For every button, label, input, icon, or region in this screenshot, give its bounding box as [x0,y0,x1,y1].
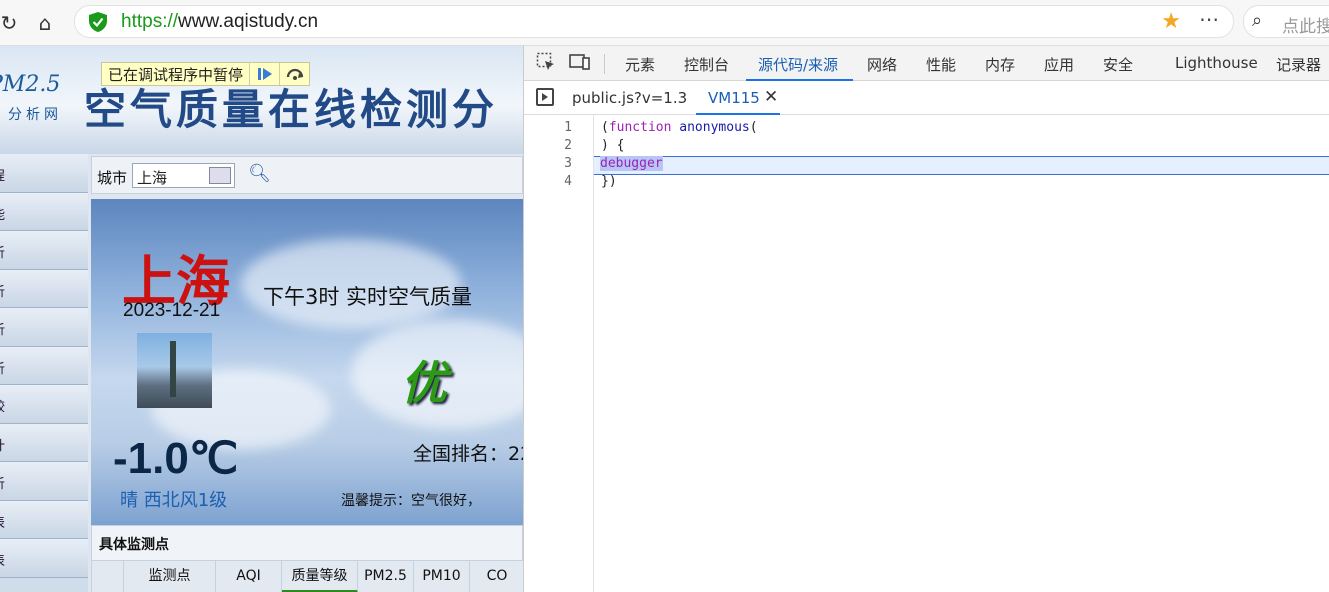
secure-shield-icon [89,12,107,32]
paused-line-highlight [594,156,1329,175]
weather-date: 2023-12-21 [123,300,221,321]
resume-icon [257,68,272,80]
code-text: (function anonymous( [601,120,758,135]
weather-card: 上海 2023-12-21 下午3时 实时空气质量 优 -1.0℃ 晴 西北风1… [91,199,523,525]
column-header[interactable]: PM2.5 [358,561,414,592]
sidenav-item[interactable]: 析 [0,269,88,308]
browser-toolbar: ↻ ⌂ https://www.aqistudy.cn ★ ⋯ ⌕ 点此搜 [0,0,1329,46]
tab-security[interactable]: 安全 [1103,54,1133,75]
stations-title: 具体监测点 [99,537,169,553]
website-panel: PM2.5 分析网 空气质量在线检测分 已在调试程序中暂停 程能析析析析较计析表… [0,46,523,592]
column-header[interactable]: PM10 [414,561,470,592]
code-text: }) [601,174,617,189]
navigator-toggle-icon[interactable] [536,88,554,106]
tab-memory[interactable]: 内存 [985,54,1015,75]
favorite-star-icon[interactable]: ★ [1161,9,1181,34]
devtools-panel: 元素 控制台 源代码/来源 网络 性能 内存 应用 安全 Lighthouse … [523,46,1329,592]
city-selector-row: 城市 上海 🔍︎ [91,156,523,194]
file-tab-public-js[interactable]: public.js?v=1.3 [572,89,687,107]
logo-subtitle: 分析网 [8,107,62,123]
address-bar[interactable]: https://www.aqistudy.cn ★ ⋯ [74,5,1234,38]
sidenav-item[interactable]: 析 [0,308,88,347]
sidenav-item[interactable]: 程 [0,154,88,193]
line-number[interactable]: 2 [524,138,572,153]
resume-button[interactable] [249,63,279,85]
tab-network[interactable]: 网络 [867,54,897,75]
sidenav-item[interactable]: 较 [0,385,88,424]
tab-console[interactable]: 控制台 [684,54,729,75]
sidenav-item[interactable]: 表 [0,539,88,578]
file-tabbar: public.js?v=1.3 VM115 ✕ [524,81,1329,115]
more-icon[interactable]: ⋯ [1199,7,1219,31]
url-text[interactable]: https://www.aqistudy.cn [121,11,318,33]
reload-icon[interactable]: ↻ [0,10,22,36]
device-toolbar-icon[interactable] [568,52,592,76]
weather-headline: 下午3时 实时空气质量 [263,285,473,309]
step-over-icon [286,68,303,80]
sidenav-item[interactable]: 析 [0,462,88,501]
sidenav-item[interactable]: 能 [0,192,88,231]
air-quality-level: 优 [401,356,447,410]
temperature: -1.0℃ [113,434,239,483]
stations-table-header: 监测点 AQI 质量等级 PM2.5 PM10 CO [92,560,523,592]
debugger-statement: debugger [600,156,663,171]
step-over-button[interactable] [279,63,309,85]
tab-elements[interactable]: 元素 [625,54,655,75]
code-text: ) { [601,138,625,153]
inspect-element-icon[interactable] [534,52,558,76]
column-header [92,561,124,592]
column-header[interactable]: AQI [216,561,282,592]
sidenav-item[interactable]: 析 [0,231,88,270]
url-scheme: https:// [121,11,179,32]
tab-application[interactable]: 应用 [1044,54,1074,75]
column-header[interactable]: 监测点 [124,561,216,592]
code-line-2: ) { [601,138,624,153]
paused-text: 已在调试程序中暂停 [108,65,244,84]
search-icon: ⌕ [1252,10,1263,31]
line-number[interactable]: 3 [524,156,572,171]
logo-pm: PM2.5 [0,72,61,97]
national-rank: 全国排名：22 [413,443,523,465]
city-select-value: 上海 [137,169,168,187]
code-line-4: }) [601,174,617,189]
search-icon[interactable]: 🔍︎ [248,163,271,184]
search-placeholder: 点此搜 [1282,17,1329,37]
url-host: www.aqistudy.cn [178,11,319,32]
calendar-icon[interactable] [209,167,231,184]
sidenav-item[interactable]: 表 [0,500,88,539]
tab-recorder[interactable]: 记录器 [1276,54,1321,75]
column-header[interactable]: 质量等级 [282,561,358,592]
tab-sources[interactable]: 源代码/来源 [758,54,838,75]
site-banner: PM2.5 分析网 空气质量在线检测分 已在调试程序中暂停 [0,46,523,154]
sidenav-item[interactable]: 计 [0,423,88,462]
code-line-3: debugger [600,156,663,171]
code-line-1: (function anonymous( [601,120,758,135]
tab-lighthouse[interactable]: Lighthouse [1175,54,1258,72]
home-icon[interactable]: ⌂ [32,10,58,36]
file-tab-vm115[interactable]: VM115 [708,89,760,107]
weather-wind: 晴 西北风1级 [120,490,228,511]
city-photo [137,333,212,408]
line-number[interactable]: 1 [524,120,572,135]
close-tab-icon[interactable]: ✕ [764,87,778,107]
column-header[interactable]: CO [470,561,523,592]
line-number[interactable]: 4 [524,174,572,189]
code-editor[interactable]: 1 2 3 4 (function anonymous( ) { debugge… [524,115,1329,592]
search-box[interactable]: ⌕ 点此搜 [1243,5,1329,38]
tab-performance[interactable]: 性能 [926,54,956,75]
stations-panel: 具体监测点 监测点 AQI 质量等级 PM2.5 PM10 CO [91,525,523,592]
devtools-tabbar: 元素 控制台 源代码/来源 网络 性能 内存 应用 安全 Lighthouse … [524,46,1329,81]
site-sidenav: 程能析析析析较计析表表 [0,154,88,592]
weather-tip: 温馨提示：空气很好， [341,493,481,509]
debugger-paused-overlay: 已在调试程序中暂停 [101,62,311,86]
city-select[interactable]: 上海 [132,163,235,188]
sidenav-item[interactable]: 析 [0,346,88,385]
city-label: 城市 [97,169,128,187]
